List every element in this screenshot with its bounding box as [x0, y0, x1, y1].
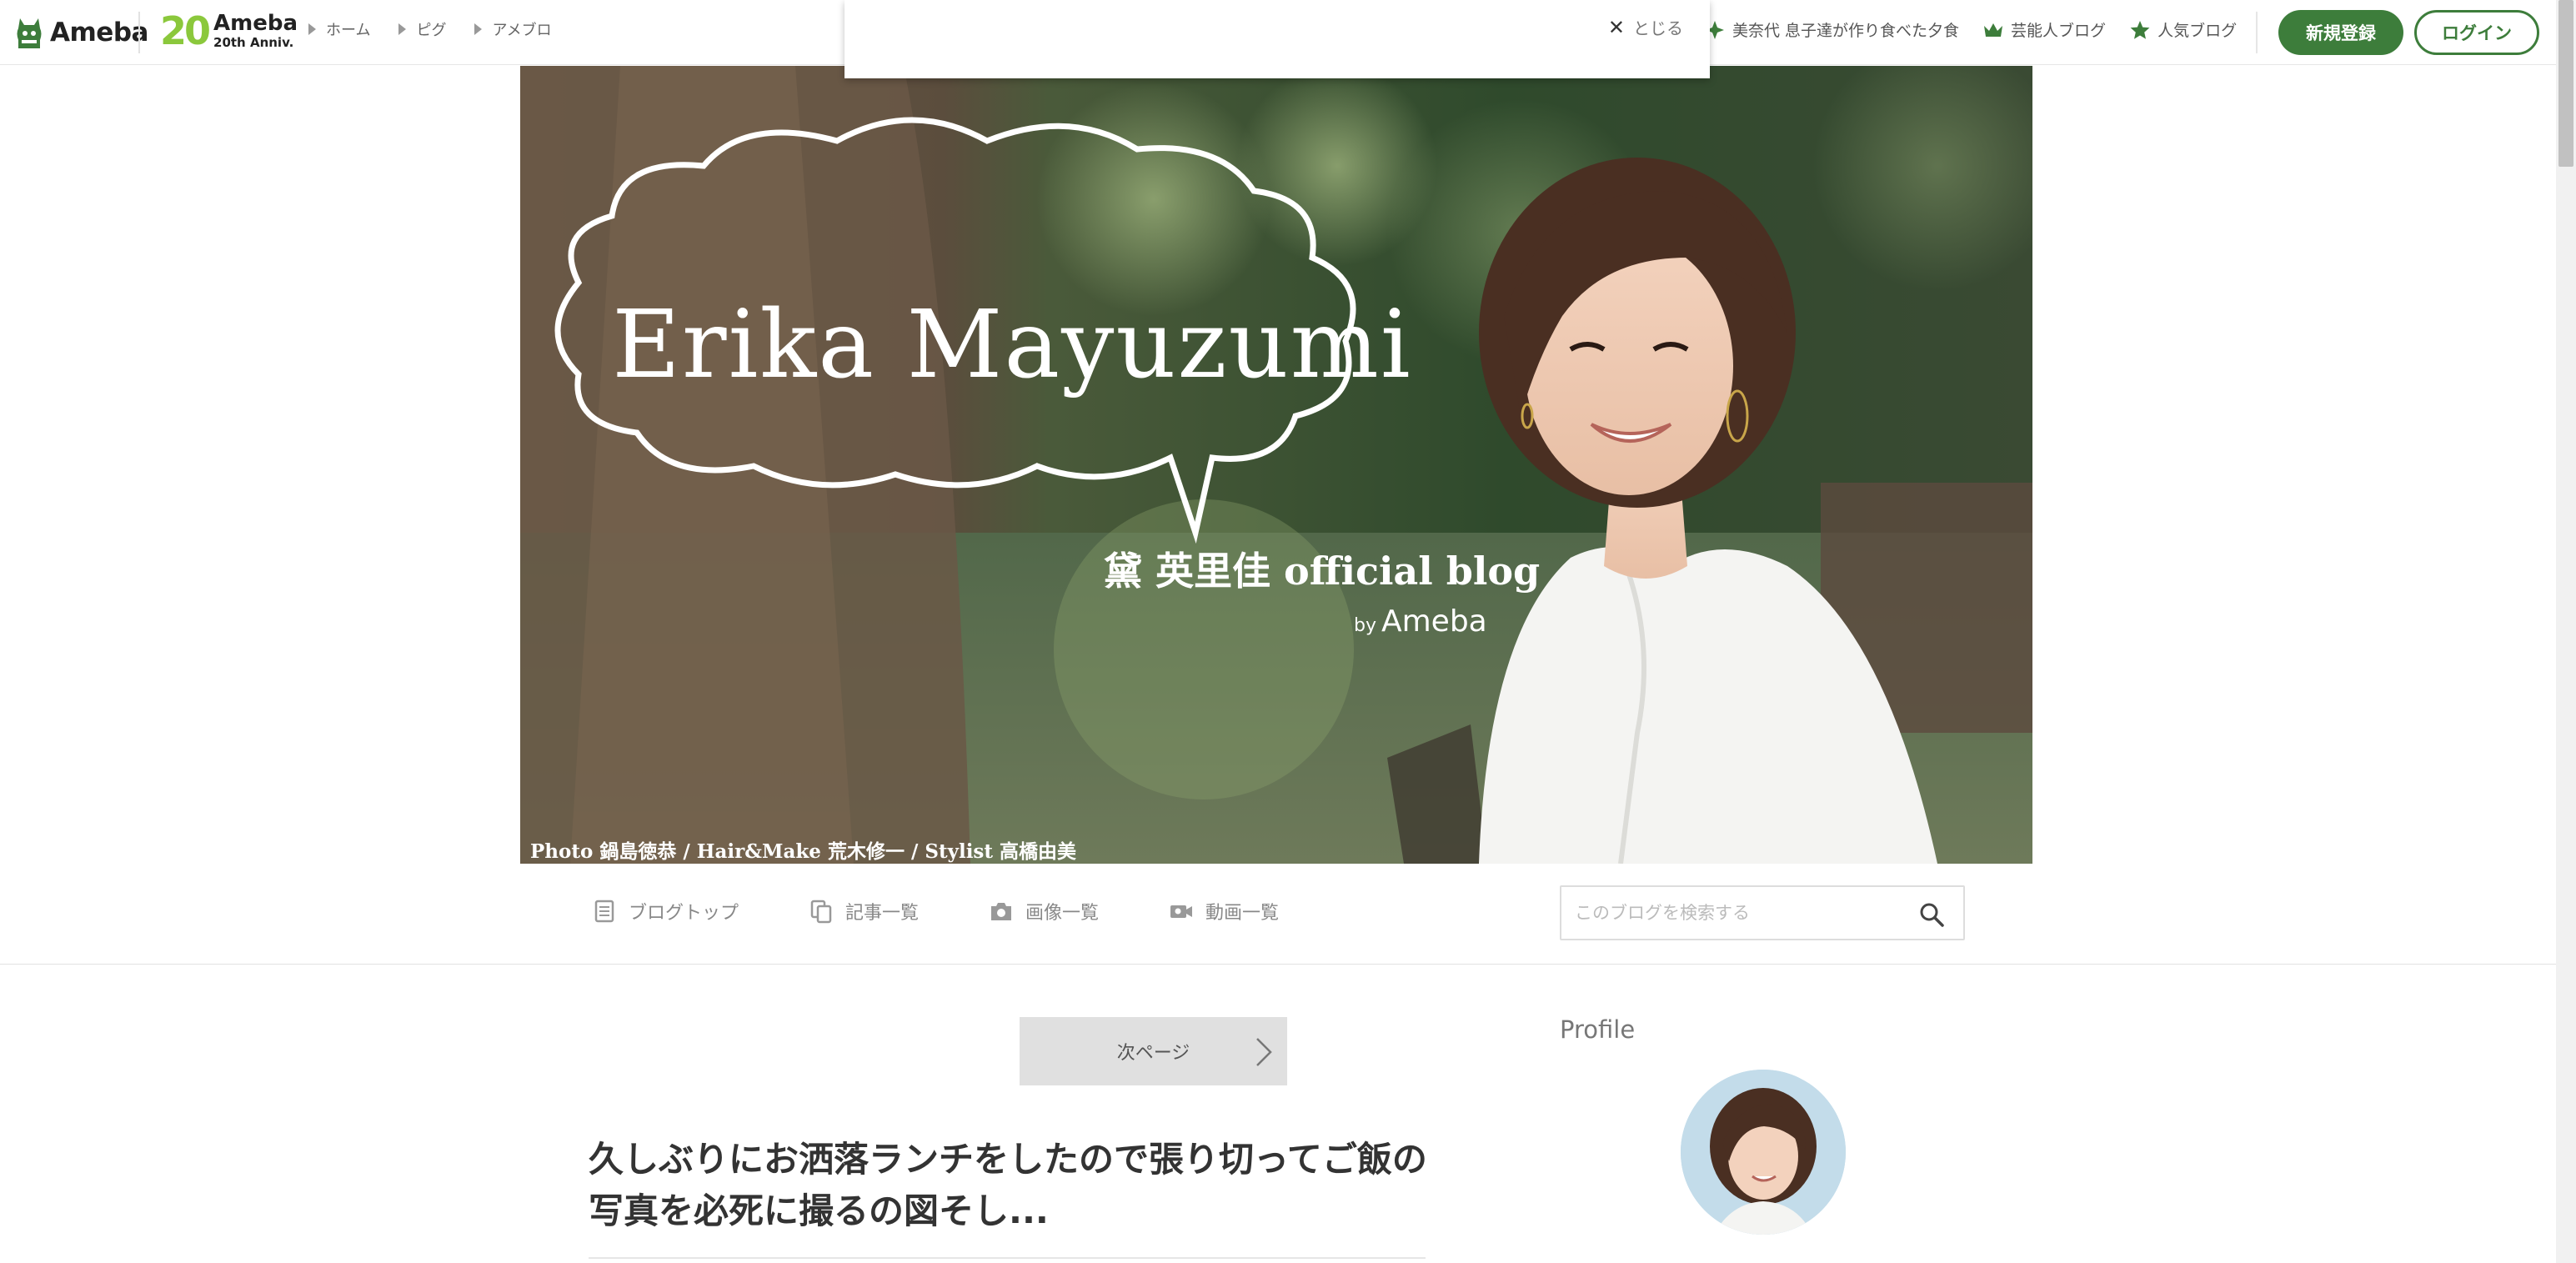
crown-icon — [1984, 23, 2003, 37]
ameba-mascot-icon — [17, 18, 42, 48]
header-photo — [520, 66, 2032, 864]
blog-search-box — [1560, 885, 1965, 940]
next-page-button[interactable]: 次ページ — [1020, 1017, 1287, 1085]
tab-article-list[interactable]: 記事一覧 — [809, 898, 919, 925]
trending-link-celebrity[interactable]: 芸能人ブログ — [1982, 18, 2106, 41]
trending-link-label: 芸能人ブログ — [2011, 22, 2107, 40]
hero-blog-name: Erika Mayuzumi — [612, 291, 1412, 399]
login-button[interactable]: ログイン — [2414, 10, 2539, 55]
trending-link-popular[interactable]: 人気ブログ — [2129, 18, 2237, 41]
trending-link-topic[interactable]: 美奈代 息子達が作り食べた夕食 — [1704, 18, 1959, 41]
search-icon[interactable] — [1918, 901, 1945, 928]
camera-icon — [991, 903, 1012, 920]
nav-link-pigg[interactable]: ピグ — [398, 18, 446, 40]
post-title[interactable]: 久しぶりにお洒落ランチをしたので張り切ってご飯の写真を必死に撮るの図そし... — [589, 1134, 1431, 1237]
scrollbar-track[interactable] — [2556, 0, 2576, 1263]
star-icon — [2130, 20, 2150, 39]
tab-label: 動画一覧 — [1205, 903, 1280, 924]
chevron-right-icon — [1256, 1038, 1272, 1066]
video-icon — [1170, 905, 1193, 918]
nav-link-home[interactable]: ホーム — [308, 18, 370, 40]
caret-right-icon — [308, 23, 316, 35]
copy-icon — [810, 900, 832, 924]
nav-link-label: ホーム — [326, 22, 371, 39]
nav-link-label: ピグ — [416, 22, 447, 39]
next-page-label: 次ページ — [1116, 1043, 1190, 1064]
nav-link-ameblo[interactable]: アメブロ — [474, 18, 552, 40]
hero-by-ameba: by Ameba — [1354, 604, 1487, 639]
profile-avatar[interactable] — [1681, 1070, 1846, 1235]
notice-close-button[interactable]: ✕ とじる — [1608, 15, 1683, 39]
signup-button[interactable]: 新規登録 — [2278, 10, 2403, 55]
close-icon: ✕ — [1607, 15, 1625, 39]
document-icon — [594, 900, 614, 923]
close-label: とじる — [1633, 18, 1683, 38]
trending-link-label: 美奈代 息子達が作り食べた夕食 — [1732, 22, 1960, 40]
anniversary-title: Ameba — [213, 11, 298, 36]
tab-label: 記事一覧 — [845, 903, 920, 924]
blog-header-image[interactable]: Erika Mayuzumi 黛 英里佳 official blog by Ame… — [520, 66, 2032, 864]
tab-video-list[interactable]: 動画一覧 — [1169, 898, 1279, 925]
tab-image-list[interactable]: 画像一覧 — [989, 898, 1099, 925]
caret-right-icon — [398, 23, 407, 35]
nav-link-label: アメブロ — [492, 22, 552, 39]
tab-blog-top[interactable]: ブログトップ — [592, 898, 739, 925]
anniversary-logo[interactable]: 20 Ameba 20th Anniv. — [160, 10, 298, 52]
caret-right-icon — [474, 23, 483, 35]
post-divider — [589, 1257, 1426, 1259]
tab-label: ブログトップ — [629, 903, 739, 924]
hero-by-label: by — [1354, 615, 1376, 636]
logo-text: Ameba — [50, 18, 148, 48]
avatar-photo — [1681, 1070, 1846, 1235]
global-nav: ホーム ピグ アメブロ — [308, 18, 552, 40]
blog-search-input[interactable] — [1575, 899, 1908, 927]
header-divider — [138, 12, 140, 53]
anniversary-number: 20 — [160, 8, 211, 53]
trending-links: 美奈代 息子達が作り食べた夕食 芸能人ブログ 人気ブログ — [1704, 18, 2237, 41]
header-divider — [2256, 12, 2258, 53]
scrollbar-thumb[interactable] — [2558, 0, 2573, 167]
blog-navigation: ブログトップ 記事一覧 画像一覧 動画一覧 — [0, 865, 2556, 965]
hero-blog-subtitle: 黛 英里佳 official blog — [1104, 549, 1541, 594]
hero-by-brand: Ameba — [1381, 604, 1487, 639]
ameba-logo[interactable]: Ameba — [15, 13, 148, 52]
profile-heading: Profile — [1560, 1015, 1636, 1044]
trending-link-label: 人気ブログ — [2158, 22, 2238, 40]
notice-banner: ✕ とじる — [844, 0, 1710, 78]
tab-label: 画像一覧 — [1025, 903, 1100, 924]
photo-credit: Photo 鍋島徳恭 / Hair&Make 荒木修一 / Stylist 高橋… — [530, 840, 1077, 863]
anniversary-subtitle: 20th Anniv. — [213, 35, 294, 50]
